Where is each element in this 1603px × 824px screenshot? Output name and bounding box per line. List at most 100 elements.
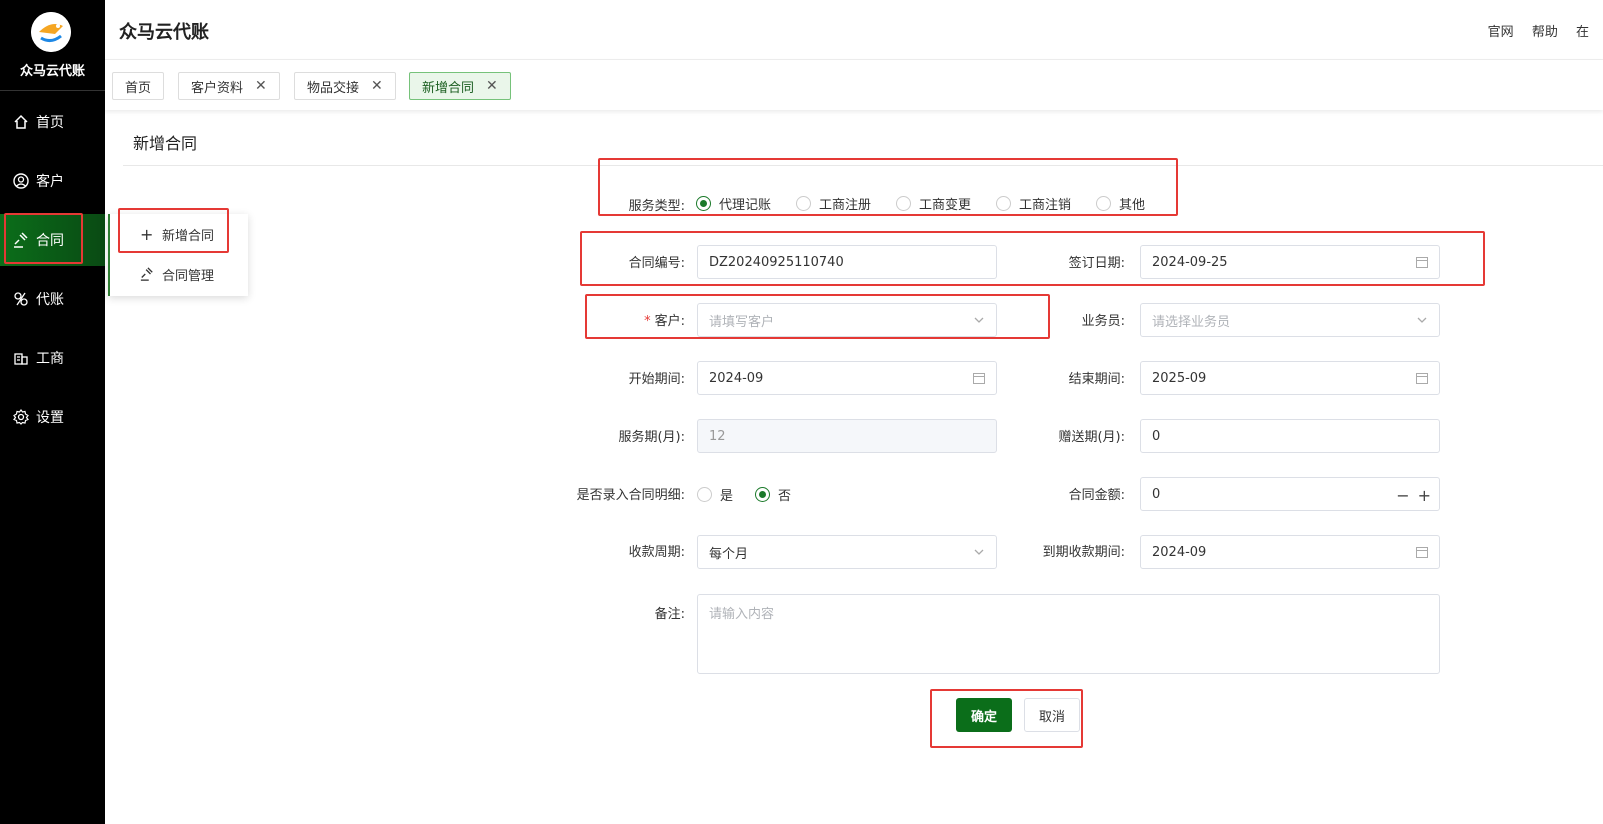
tab-customer-info[interactable]: 客户资料 ✕ — [178, 72, 280, 100]
accounting-icon — [12, 290, 30, 308]
tab-label: 首页 — [125, 80, 152, 96]
close-icon[interactable]: ✕ — [371, 78, 383, 94]
title-divider — [123, 165, 1603, 166]
due-period-picker[interactable]: 2024-09 — [1140, 535, 1440, 569]
tab-new-contract[interactable]: 新增合同 ✕ — [409, 72, 511, 100]
radio-label: 代理记账 — [719, 198, 772, 213]
link-official-site[interactable]: 官网 — [1488, 25, 1514, 40]
input-value: 2024-09-25 — [1152, 254, 1228, 270]
radio-cancellation[interactable]: 工商注销 — [996, 194, 1071, 213]
sidebar-item-label: 客户 — [36, 174, 64, 190]
customer-select[interactable]: 请填写客户 — [697, 303, 997, 337]
header: 众马云代账 官网 帮助 在 — [105, 0, 1603, 60]
input-value: 12 — [709, 428, 726, 444]
payment-cycle-label: 收款周期: — [628, 545, 685, 560]
app-title: 众马云代账 — [119, 22, 209, 43]
tab-item-handover[interactable]: 物品交接 ✕ — [294, 72, 396, 100]
contract-no-label: 合同编号: — [628, 256, 685, 271]
label-text: 客户: — [654, 314, 685, 329]
tabs-bar: 首页 客户资料 ✕ 物品交接 ✕ 新增合同 ✕ — [105, 60, 1603, 110]
sidebar-item-label: 代账 — [36, 292, 64, 308]
service-months-label: 服务期(月): — [618, 430, 685, 445]
tab-label: 客户资料 — [191, 80, 244, 96]
remark-textarea[interactable]: 请输入内容 — [697, 594, 1440, 674]
sidebar-item-contract[interactable]: 合同 — [0, 214, 105, 266]
sidebar-item-label: 首页 — [36, 115, 64, 131]
calendar-icon — [1415, 371, 1429, 385]
logo-icon — [31, 12, 71, 52]
contract-no-input[interactable]: DZ20240925110740 — [697, 245, 997, 279]
radio-change[interactable]: 工商变更 — [896, 194, 971, 213]
radio-label: 工商变更 — [919, 198, 972, 213]
sidebar-divider — [0, 90, 105, 91]
chevron-down-icon — [972, 313, 986, 327]
detail-entry-label: 是否录入合同明细: — [576, 488, 685, 503]
amount-stepper[interactable]: 0 − + — [1140, 477, 1440, 511]
tab-label: 新增合同 — [422, 80, 475, 96]
end-period-label: 结束期间: — [1068, 372, 1125, 387]
radio-bookkeeping[interactable]: 代理记账 — [696, 194, 771, 213]
input-value: 2024-09 — [1152, 544, 1207, 560]
radio-detail-yes[interactable]: 是 — [697, 485, 733, 504]
input-placeholder: 请填写客户 — [709, 314, 775, 330]
sidebar-item-settings[interactable]: 设置 — [0, 391, 105, 443]
contract-submenu: + 新增合同 合同管理 — [108, 214, 248, 296]
link-help[interactable]: 帮助 — [1532, 25, 1558, 40]
radio-other[interactable]: 其他 — [1096, 194, 1145, 213]
payment-cycle-select[interactable]: 每个月 — [697, 535, 997, 569]
sidebar-item-label: 工商 — [36, 351, 64, 367]
gavel-icon — [140, 267, 154, 285]
input-value: 2025-09 — [1152, 370, 1207, 386]
remark-label: 备注: — [654, 607, 685, 622]
sidebar-item-customer[interactable]: 客户 — [0, 155, 105, 207]
input-placeholder: 请输入内容 — [709, 607, 775, 622]
submenu-item-new-contract[interactable]: + 新增合同 — [110, 216, 250, 252]
input-value: 0 — [1152, 486, 1161, 502]
submenu-item-contract-manage[interactable]: 合同管理 — [110, 256, 250, 292]
gavel-icon — [12, 231, 30, 249]
confirm-button[interactable]: 确定 — [956, 698, 1012, 732]
sign-date-label: 签订日期: — [1068, 256, 1125, 271]
input-value: 每个月 — [709, 546, 749, 562]
sidebar-item-home[interactable]: 首页 — [0, 96, 105, 148]
radio-detail-no[interactable]: 否 — [755, 485, 791, 504]
radio-dot — [996, 196, 1011, 211]
radio-dot — [755, 487, 770, 502]
input-value: 0 — [1152, 428, 1161, 444]
sidebar-item-label: 合同 — [36, 233, 64, 249]
salesperson-label: 业务员: — [1081, 314, 1125, 329]
salesperson-select[interactable]: 请选择业务员 — [1140, 303, 1440, 337]
gift-months-input[interactable]: 0 — [1140, 419, 1440, 453]
service-type-label: 服务类型: — [628, 199, 685, 214]
tab-home[interactable]: 首页 — [112, 72, 165, 100]
submenu-item-label: 合同管理 — [162, 268, 215, 284]
header-links: 官网 帮助 在 — [1488, 21, 1603, 40]
service-months-input: 12 — [697, 419, 997, 453]
due-period-label: 到期收款期间: — [1042, 545, 1125, 560]
submenu-item-label: 新增合同 — [162, 228, 215, 244]
radio-label: 工商注册 — [819, 198, 872, 213]
tab-label: 物品交接 — [307, 80, 360, 96]
link-more[interactable]: 在 — [1576, 25, 1589, 40]
customer-label: * 客户: — [545, 310, 685, 329]
close-icon[interactable]: ✕ — [486, 78, 498, 94]
sign-date-picker[interactable]: 2024-09-25 — [1140, 245, 1440, 279]
cancel-button[interactable]: 取消 — [1024, 698, 1080, 732]
start-period-picker[interactable]: 2024-09 — [697, 361, 997, 395]
radio-dot — [697, 487, 712, 502]
input-value: 2024-09 — [709, 370, 764, 386]
chevron-down-icon — [972, 545, 986, 559]
radio-registration[interactable]: 工商注册 — [796, 194, 871, 213]
logo-text: 众马云代账 — [19, 64, 85, 79]
highlight-box-service-type — [598, 158, 1178, 216]
close-icon[interactable]: ✕ — [255, 78, 267, 94]
radio-dot — [796, 196, 811, 211]
sidebar-item-accounting[interactable]: 代账 — [0, 273, 105, 325]
minus-icon[interactable]: − — [1396, 486, 1409, 505]
sidebar-item-business[interactable]: 工商 — [0, 332, 105, 384]
radio-dot — [896, 196, 911, 211]
radio-label: 是 — [720, 489, 734, 504]
plus-icon[interactable]: + — [1418, 486, 1431, 505]
end-period-picker[interactable]: 2025-09 — [1140, 361, 1440, 395]
building-icon — [12, 349, 30, 367]
